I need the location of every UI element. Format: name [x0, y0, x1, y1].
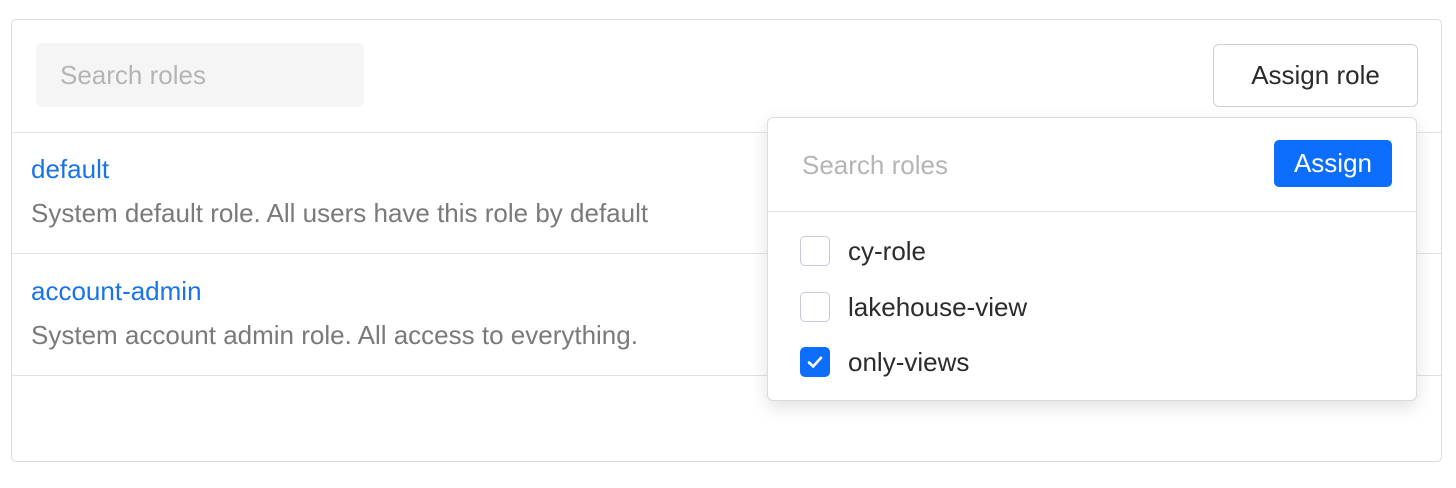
role-option-only-views[interactable]: only-views — [800, 344, 969, 380]
role-description: System default role. All users have this… — [31, 198, 649, 228]
dropdown-search-input[interactable] — [798, 142, 1246, 188]
role-name-link[interactable]: default — [31, 154, 109, 185]
checkmark-icon — [807, 356, 823, 368]
checkbox-checked[interactable] — [800, 347, 830, 377]
assign-role-dropdown: Assign cy-role lakehouse-view only-views — [767, 117, 1417, 401]
role-description: System account admin role. All access to… — [31, 320, 638, 350]
role-option-cy-role[interactable]: cy-role — [800, 233, 926, 269]
search-roles-input[interactable] — [36, 43, 364, 107]
role-option-label: lakehouse-view — [848, 291, 1028, 322]
dropdown-header: Assign — [768, 118, 1416, 212]
role-name-link[interactable]: account-admin — [31, 276, 202, 307]
role-option-lakehouse-view[interactable]: lakehouse-view — [800, 289, 1027, 325]
role-option-label: cy-role — [848, 235, 927, 266]
assign-role-button[interactable]: Assign role — [1213, 44, 1418, 107]
role-option-label: only-views — [848, 346, 970, 377]
checkbox[interactable] — [800, 292, 830, 322]
assign-button[interactable]: Assign — [1274, 140, 1392, 187]
checkbox[interactable] — [800, 236, 830, 266]
